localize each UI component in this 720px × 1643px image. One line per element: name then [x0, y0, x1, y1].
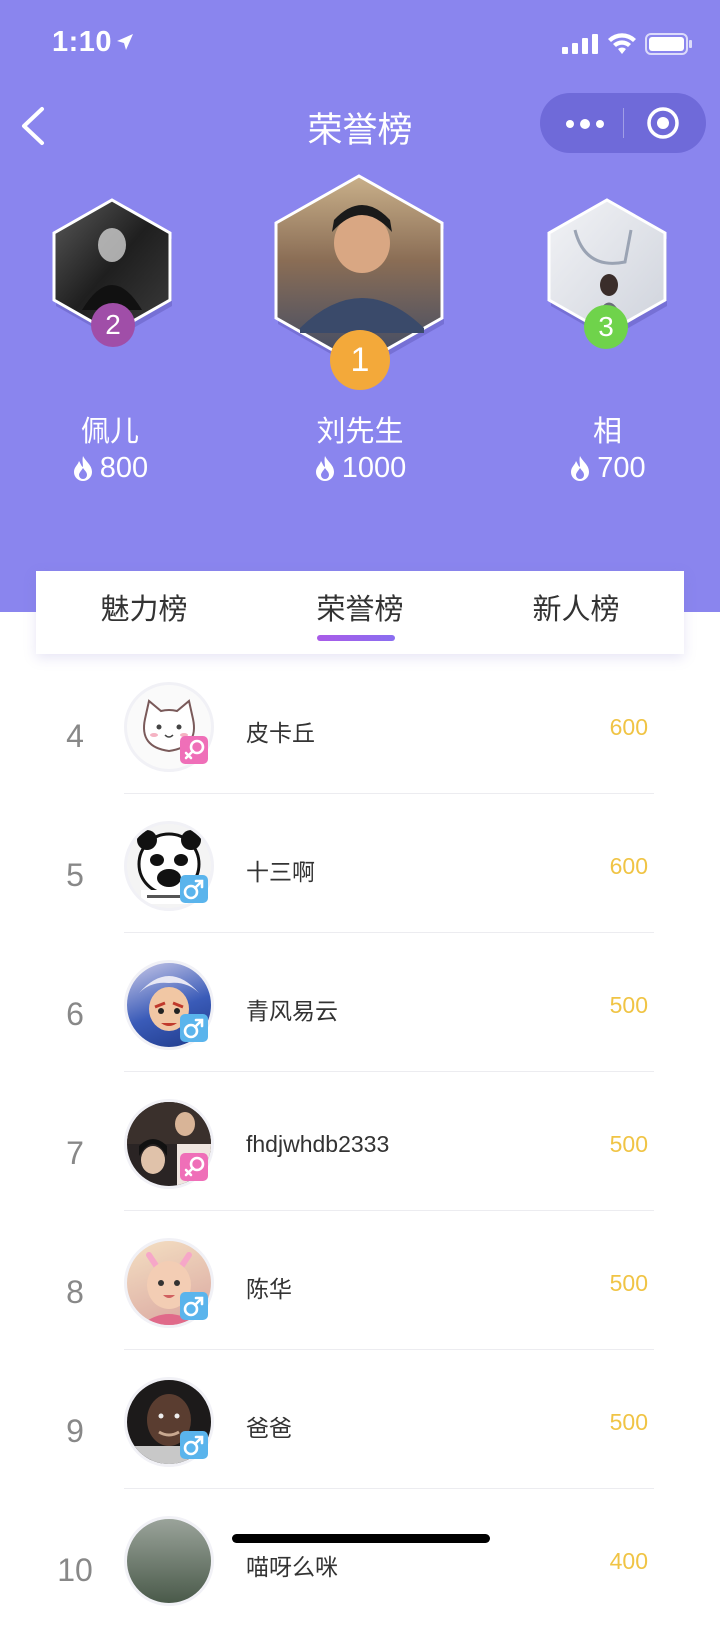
landscape-photo-icon: [124, 1516, 214, 1606]
divider: [124, 1349, 654, 1350]
row-name: 爸爸: [246, 1415, 292, 1441]
tab-charm[interactable]: 魅力榜: [64, 586, 224, 628]
row-score: 500: [609, 992, 648, 1018]
divider: [124, 1488, 654, 1489]
podium-score: 700: [535, 452, 680, 485]
more-dot-icon: [596, 120, 604, 128]
row-rank: 9: [66, 1413, 84, 1449]
list-item[interactable]: 7 fhdjwhdb2333 500: [0, 1087, 720, 1226]
flame-icon: [73, 456, 92, 481]
flame-icon: [315, 456, 334, 481]
podium-name: 刘先生: [316, 416, 404, 448]
list-item[interactable]: 9 爸爸 500: [0, 1365, 720, 1504]
row-score: 500: [609, 1409, 648, 1435]
capsule-divider: [623, 108, 624, 138]
tab-honor[interactable]: 荣誉榜: [280, 586, 440, 628]
more-menu-button[interactable]: [540, 93, 624, 153]
row-score: 500: [609, 1270, 648, 1296]
location-arrow-icon: [117, 34, 133, 50]
row-name: 皮卡丘: [246, 720, 315, 746]
tab-newcomer[interactable]: 新人榜: [496, 586, 656, 628]
podium-score: 1000: [270, 452, 450, 485]
row-rank: 5: [66, 857, 84, 893]
row-rank: 7: [66, 1135, 84, 1171]
status-bar: 1:10: [0, 0, 720, 88]
rank-badge: 1: [330, 330, 390, 390]
list-item[interactable]: 6 青风易云 500: [0, 948, 720, 1087]
row-score: 500: [609, 1131, 648, 1157]
divider: [124, 1210, 654, 1211]
male-icon: [180, 875, 208, 903]
row-name: 陈华: [246, 1276, 292, 1302]
rank-badge: 2: [91, 303, 135, 347]
row-rank: 4: [66, 718, 84, 754]
status-time: 1:10: [52, 26, 113, 58]
row-score: 400: [609, 1548, 648, 1574]
close-target-icon[interactable]: [646, 106, 680, 140]
divider: [124, 932, 654, 933]
row-name: 十三啊: [246, 859, 315, 885]
active-tab-indicator: [317, 635, 395, 641]
male-icon: [180, 1431, 208, 1459]
more-dot-icon: [580, 119, 590, 129]
podium-score-value: 800: [99, 452, 149, 484]
podium-rank-3[interactable]: 3 相 700: [535, 190, 685, 490]
more-dot-icon: [566, 120, 574, 128]
podium-score-value: 1000: [341, 452, 407, 484]
podium-rank-2[interactable]: 2 佩儿 800: [40, 190, 190, 490]
podium-rank-1[interactable]: 1 刘先生 1000: [270, 168, 450, 498]
home-indicator[interactable]: [232, 1534, 490, 1543]
flame-icon: [571, 456, 590, 481]
female-icon: [180, 1153, 208, 1181]
row-name: fhdjwhdb2333: [246, 1131, 390, 1157]
podium-score: 800: [40, 452, 180, 485]
row-score: 600: [609, 714, 648, 740]
row-rank: 6: [66, 996, 84, 1032]
male-icon: [180, 1292, 208, 1320]
mini-program-capsule: [540, 93, 706, 153]
podium-name: 相: [592, 416, 622, 448]
rank-badge: 3: [584, 305, 628, 349]
list-item[interactable]: 10 喵呀么咪 400: [0, 1504, 720, 1643]
row-rank: 10: [57, 1552, 93, 1588]
wifi-icon: [608, 33, 636, 54]
podium-score-value: 700: [597, 452, 646, 484]
row-rank: 8: [66, 1274, 84, 1310]
row-name: 青风易云: [246, 998, 338, 1024]
male-icon: [180, 1014, 208, 1042]
row-name: 喵呀么咪: [246, 1554, 338, 1580]
ranking-tabs: 魅力榜 荣誉榜 新人榜: [36, 571, 684, 654]
divider: [124, 1071, 654, 1072]
cellular-signal-icon: [562, 34, 598, 54]
battery-icon: [645, 33, 692, 55]
row-score: 600: [609, 853, 648, 879]
podium-name: 佩儿: [80, 416, 139, 448]
list-item[interactable]: 8 陈华 500: [0, 1226, 720, 1365]
list-item[interactable]: 4 皮卡丘 600: [0, 670, 720, 809]
female-icon: [180, 736, 208, 764]
divider: [124, 793, 654, 794]
list-item[interactable]: 5 十三啊 600: [0, 809, 720, 948]
